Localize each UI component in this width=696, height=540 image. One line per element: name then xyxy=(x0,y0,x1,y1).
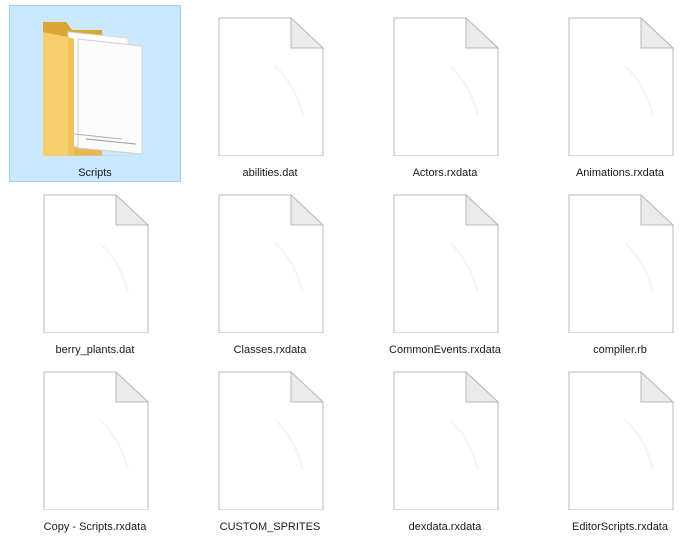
item-label: CUSTOM_SPRITES xyxy=(219,521,321,533)
document-icon xyxy=(535,6,696,156)
item-label: CommonEvents.rxdata xyxy=(389,344,501,356)
file-item-abilities-dat[interactable]: abilities.dat xyxy=(184,5,356,182)
document-icon xyxy=(535,183,696,333)
item-label: dexdata.rxdata xyxy=(408,521,482,533)
file-item-actors-rxdata[interactable]: Actors.rxdata xyxy=(359,5,531,182)
item-label: Classes.rxdata xyxy=(233,344,307,356)
file-grid: Scripts abilities.dat Actors.rxdata Anim… xyxy=(0,0,696,540)
item-label: Copy - Scripts.rxdata xyxy=(43,521,147,533)
item-label: berry_plants.dat xyxy=(55,344,135,356)
file-item-animations-rxdata[interactable]: Animations.rxdata xyxy=(534,5,696,182)
file-item-copy-scripts-rxdata[interactable]: Copy - Scripts.rxdata xyxy=(9,359,181,536)
document-icon xyxy=(535,360,696,510)
item-label: EditorScripts.rxdata xyxy=(572,521,668,533)
document-icon xyxy=(185,360,355,510)
document-icon xyxy=(360,183,530,333)
file-item-classes-rxdata[interactable]: Classes.rxdata xyxy=(184,182,356,359)
file-item-dexdata-rxdata[interactable]: dexdata.rxdata xyxy=(359,359,531,536)
file-item-commonevents-rxdata[interactable]: CommonEvents.rxdata xyxy=(359,182,531,359)
item-label: Scripts xyxy=(78,167,112,179)
file-item-editorscripts-rxdata[interactable]: EditorScripts.rxdata xyxy=(534,359,696,536)
folder-item-scripts[interactable]: Scripts xyxy=(9,5,181,182)
folder-icon xyxy=(10,6,180,156)
document-icon xyxy=(360,6,530,156)
item-label: Actors.rxdata xyxy=(412,167,478,179)
file-item-custom-sprites[interactable]: CUSTOM_SPRITES xyxy=(184,359,356,536)
item-label: abilities.dat xyxy=(242,167,298,179)
item-label: Animations.rxdata xyxy=(575,167,665,179)
file-item-berry-plants-dat[interactable]: berry_plants.dat xyxy=(9,182,181,359)
file-item-compiler-rb[interactable]: compiler.rb xyxy=(534,182,696,359)
document-icon xyxy=(360,360,530,510)
document-icon xyxy=(10,360,180,510)
document-icon xyxy=(185,183,355,333)
item-label: compiler.rb xyxy=(593,344,647,356)
document-icon xyxy=(10,183,180,333)
document-icon xyxy=(185,6,355,156)
